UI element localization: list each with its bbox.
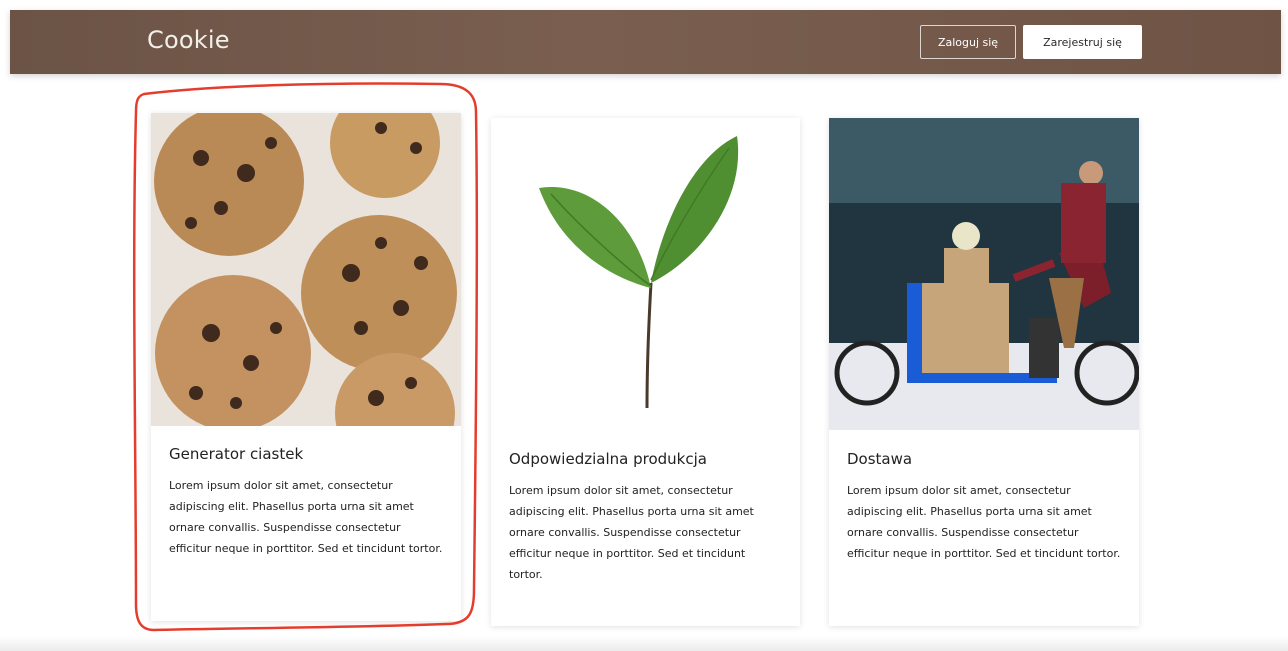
- page-bottom-shadow: [0, 636, 1288, 651]
- card-title: Odpowiedzialna produkcja: [509, 450, 707, 468]
- cargo-bike-delivery-image: [829, 118, 1139, 430]
- card-body: Generator ciastek Lorem ipsum dolor sit …: [169, 445, 443, 559]
- register-button[interactable]: Zarejestruj się: [1023, 25, 1142, 59]
- card-text: Lorem ipsum dolor sit amet, consectetur …: [847, 484, 1121, 560]
- leaf-sprout-image: [491, 118, 800, 430]
- top-navbar: Cookie Zaloguj się Zarejestruj się: [10, 10, 1281, 74]
- card-cookie-generator[interactable]: Generator ciastek Lorem ipsum dolor sit …: [151, 113, 461, 621]
- card-body: Odpowiedzialna produkcja Lorem ipsum dol…: [509, 450, 782, 585]
- login-button[interactable]: Zaloguj się: [920, 25, 1016, 59]
- card-title: Generator ciastek: [169, 445, 304, 463]
- card-text: Lorem ipsum dolor sit amet, consectetur …: [509, 484, 754, 581]
- brand-logo[interactable]: Cookie: [147, 26, 230, 54]
- card-body: Dostawa Lorem ipsum dolor sit amet, cons…: [847, 450, 1121, 564]
- card-responsible-production[interactable]: Odpowiedzialna produkcja Lorem ipsum dol…: [491, 118, 800, 626]
- cookies-image: [151, 113, 461, 426]
- card-title: Dostawa: [847, 450, 913, 468]
- card-delivery[interactable]: Dostawa Lorem ipsum dolor sit amet, cons…: [829, 118, 1139, 626]
- card-text: Lorem ipsum dolor sit amet, consectetur …: [169, 479, 443, 555]
